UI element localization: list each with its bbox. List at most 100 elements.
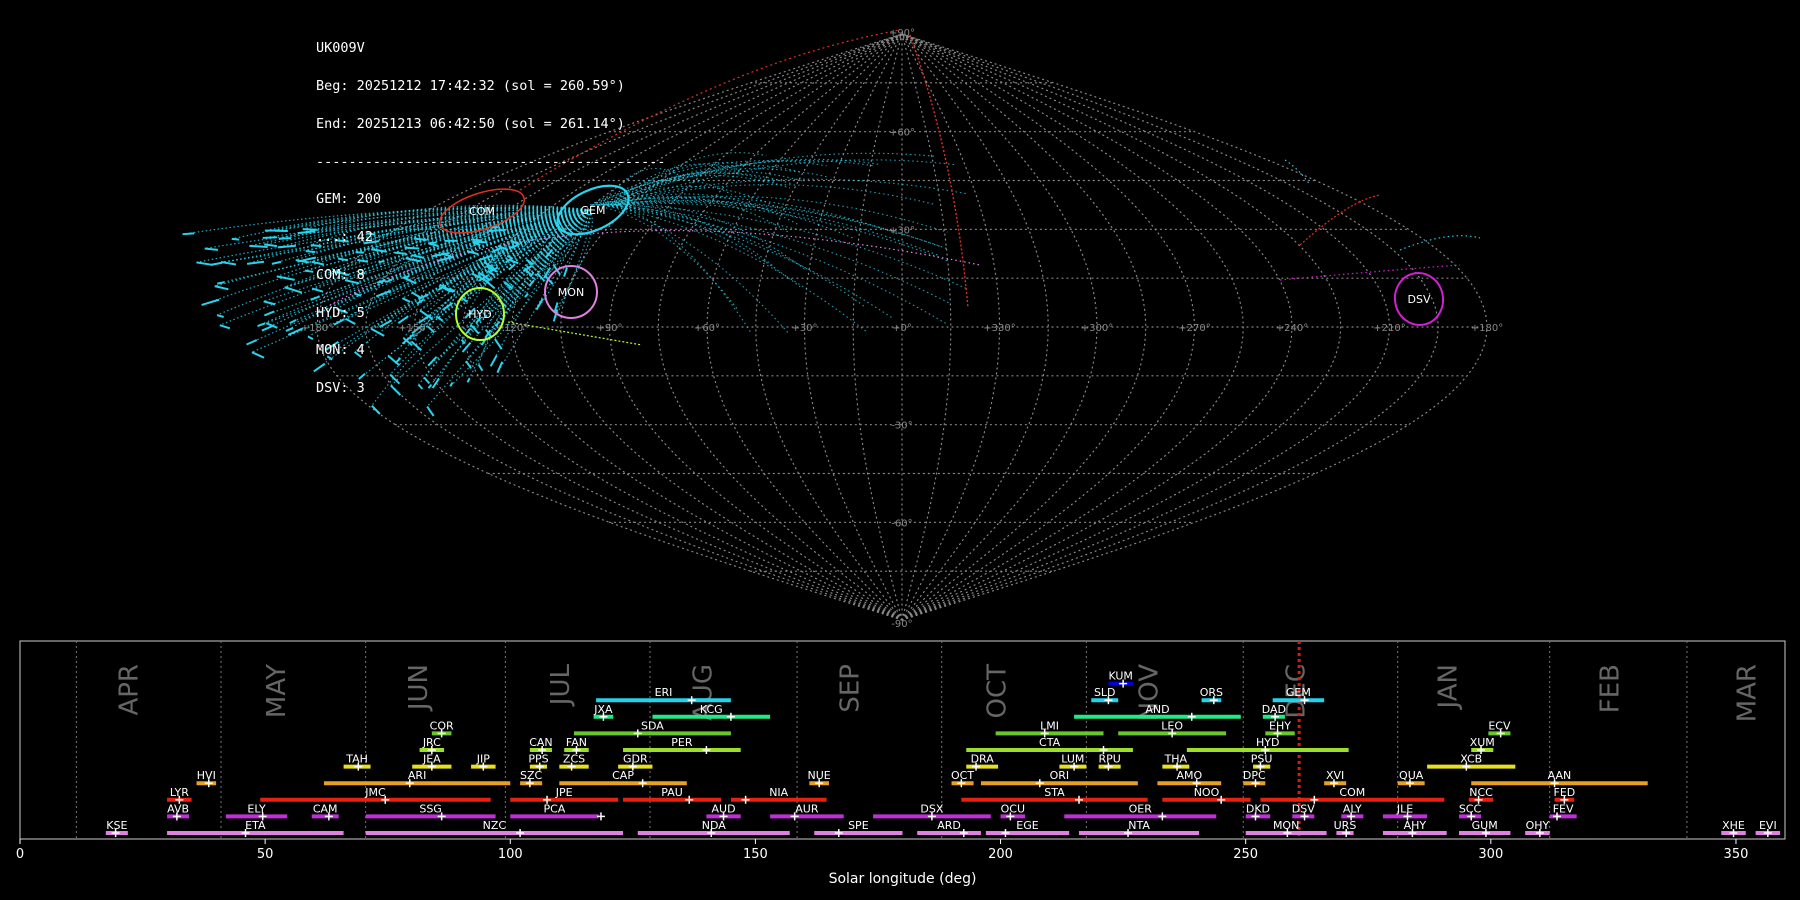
longitude-tick-label: +180°: [1471, 323, 1503, 334]
count-gem: GEM: 200: [316, 191, 382, 208]
shower-label-scc: SCC: [1459, 802, 1482, 815]
shower-label-evi: EVI: [1759, 819, 1777, 832]
shower-label-oct: OCT: [951, 769, 974, 782]
shower-label-fev: FEV: [1553, 802, 1574, 815]
shower-label-dkd: DKD: [1246, 802, 1270, 815]
shower-label-nue: NUE: [808, 769, 831, 782]
meteor-segment: [263, 310, 275, 317]
sky-map: +180° +150° +120° +90° +60° +30° +0° +330° +300°…: [182, 28, 1503, 630]
x-tick-label: 50: [257, 847, 274, 862]
meteor-segment: [201, 298, 220, 306]
longitude-tick-label: +270°: [1178, 323, 1210, 334]
meteor-trail: [1399, 235, 1481, 251]
month-label: JUL: [546, 663, 576, 707]
x-tick-label: 350: [1724, 847, 1749, 862]
shower-label-and: AND: [1145, 703, 1169, 716]
shower-label-kcg: KCG: [700, 703, 723, 716]
meteor-segment: [285, 327, 294, 332]
month-label: MAR: [1733, 664, 1763, 722]
shower-label-aud: AUD: [712, 802, 736, 815]
shower-label-gdr: GDR: [623, 753, 648, 766]
month-label: SEP: [835, 664, 865, 713]
shower-label-hvi: HVI: [197, 769, 216, 782]
shower-label-ari: ARI: [408, 769, 426, 782]
shower-label-jrc: JRC: [422, 736, 441, 749]
shower-label-gum: GUM: [1472, 819, 1498, 832]
meteor-segment: [277, 244, 296, 249]
longitude-tick-label: +60°: [694, 323, 720, 334]
shower-label-cap: CAP: [612, 769, 634, 782]
month-label: OCT: [982, 664, 1012, 719]
shower-label-ege: EGE: [1016, 819, 1038, 832]
meteor-segment: [216, 314, 224, 318]
shower-label-hyd: HYD: [1256, 736, 1279, 749]
shower-label-cor: COR: [430, 719, 454, 732]
shower-label-cta: CTA: [1039, 736, 1061, 749]
shower-label-jpe: JPE: [555, 786, 573, 799]
longitude-tick-label: +300°: [1081, 323, 1113, 334]
meteor-segment: [246, 339, 258, 346]
meteor-segment: [196, 261, 213, 266]
meteor-segment: [249, 244, 268, 248]
shower-label-dsx: DSX: [920, 802, 943, 815]
shower-label-urs: URS: [1334, 819, 1357, 832]
latitude-tick-label: +90°: [889, 28, 915, 39]
meteor-segment: [214, 285, 229, 291]
shower-label-aan: AAN: [1548, 769, 1572, 782]
shower-label-psu: PSU: [1251, 753, 1273, 766]
shower-label-nzc: NZC: [483, 819, 507, 832]
meteor-segment: [246, 260, 265, 265]
shower-label-avb: AVB: [167, 802, 189, 815]
shower-label-ecv: ECV: [1488, 719, 1511, 732]
shower-label-spe: SPE: [848, 819, 869, 832]
longitude-tick-label: +210°: [1373, 323, 1405, 334]
shower-label-szc: SZC: [520, 769, 543, 782]
meteor-segment: [278, 237, 292, 240]
shower-label-fed: FED: [1554, 786, 1576, 799]
shower-label-zcs: ZCS: [563, 753, 585, 766]
shower-label-jea: JEA: [422, 753, 441, 766]
meteor-segment: [289, 319, 297, 325]
shower-label-mon: MON: [1273, 819, 1299, 832]
x-axis-label: Solar longitude (deg): [829, 871, 977, 887]
shower-label-com: COM: [1339, 786, 1365, 799]
shower-label-sda: SDA: [641, 719, 664, 732]
meteor-segment: [219, 324, 231, 330]
shower-label-aur: AUR: [795, 802, 819, 815]
count-mon: MON: 4: [316, 342, 365, 359]
x-tick-label: 250: [1233, 847, 1258, 862]
shower-label-xvi: XVI: [1326, 769, 1344, 782]
latitude-tick-label: +30°: [889, 225, 915, 236]
count-com: COM: 8: [316, 266, 365, 283]
month-label: APR: [115, 664, 145, 716]
longitude-tick-label: +330°: [983, 323, 1015, 334]
shower-label-kse: KSE: [106, 819, 127, 832]
shower-label-pau: PAU: [661, 786, 683, 799]
separator: ----------------------------------------…: [316, 153, 666, 170]
shower-label-dsv: DSV: [1292, 802, 1315, 815]
shower-label-rpu: RPU: [1098, 753, 1120, 766]
meteor-segment: [284, 286, 303, 294]
x-tick-label: 100: [498, 847, 523, 862]
camera-id: UK009V: [316, 40, 365, 57]
shower-label-eri: ERI: [655, 686, 673, 699]
meteor-segment: [271, 260, 282, 265]
longitude-tick-label: +0°: [892, 323, 912, 334]
shower-label-lyr: LYR: [170, 786, 189, 799]
latitude-tick-label: +60°: [889, 128, 915, 139]
shower-label-noo: NOO: [1194, 786, 1220, 799]
meteor-segment: [217, 281, 225, 285]
meteor-segment: [182, 232, 195, 236]
shower-label-lum: LUM: [1061, 753, 1084, 766]
count-hyd: HYD: 5: [316, 304, 365, 321]
shower-label-dpc: DPC: [1243, 769, 1266, 782]
shower-label-tha: THA: [1164, 753, 1188, 766]
shower-bars: KUM ERI SLD ORS GEM JXA KCG AND DAD COR SDA LMI LEO E…: [105, 670, 1781, 837]
x-axis: 0 50 100 150 200 250 300 350: [16, 839, 1749, 862]
shower-label-ard: ARD: [937, 819, 961, 832]
shower-label-fan: FAN: [566, 736, 587, 749]
shower-label-nda: NDA: [702, 819, 727, 832]
shower-label-xcb: XCB: [1460, 753, 1482, 766]
meteor-segment: [264, 243, 278, 248]
x-tick-label: 0: [16, 847, 24, 862]
